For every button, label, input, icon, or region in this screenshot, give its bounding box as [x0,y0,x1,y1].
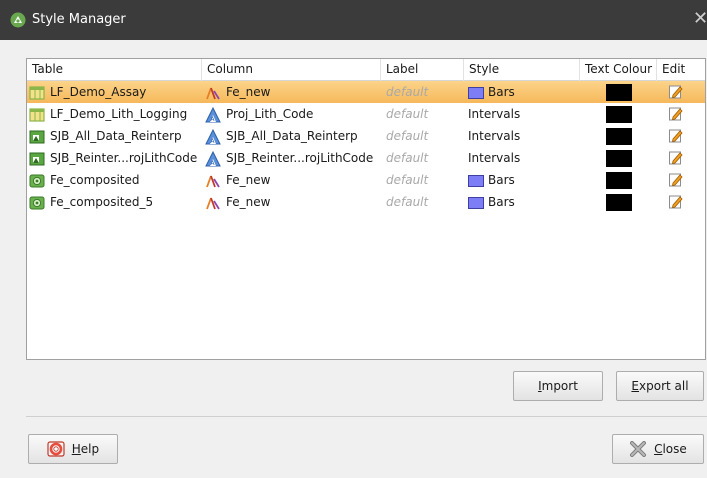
cell-style[interactable]: Intervals [468,147,580,169]
text-colour-swatch[interactable] [606,84,632,101]
help-lifebuoy-icon [47,441,65,457]
style-name: Intervals [468,151,521,165]
import-button[interactable]: Import [513,371,603,401]
table-name: LF_Demo_Assay [50,85,147,99]
edit-pencil-icon[interactable] [669,84,683,99]
table-row[interactable]: LF_Demo_Assay Fe_new default Bars [27,81,705,103]
column-name: Fe_new [226,173,271,187]
title-bar: Style Manager ✕ [0,0,707,40]
cell-label: default [386,151,429,165]
interpretation-table-icon [29,129,45,145]
cell-column: Fe_new [205,169,381,191]
table-name: LF_Demo_Lith_Logging [50,107,188,121]
window-title: Style Manager [32,12,126,27]
header-text-colour[interactable]: Text Colour [580,59,657,81]
export-all-button[interactable]: Export all [616,371,704,401]
interval-table-icon [29,107,45,123]
bars-swatch [468,174,484,187]
cell-style[interactable]: Bars [468,191,580,213]
column-name: SJB_Reinter...rojLithCode [226,151,374,165]
cell-label: default [386,85,429,99]
cell-table: SJB_All_Data_Reinterp [29,125,202,147]
table-name: Fe_composited [50,173,140,187]
text-colour-swatch[interactable] [606,194,632,211]
table-row[interactable]: LF_Demo_Lith_Logging A Proj_Lith_Code defau… [27,103,705,125]
header-edit[interactable]: Edit [657,59,705,81]
cell-table: LF_Demo_Assay [29,81,202,103]
style-name: Bars [488,173,515,187]
cell-style[interactable]: Bars [468,169,580,191]
text-colour-swatch[interactable] [606,128,632,145]
cell-table: SJB_Reinter...rojLithCode [29,147,202,169]
cell-style[interactable]: Intervals [468,103,580,125]
cell-table: LF_Demo_Lith_Logging [29,103,202,125]
category-column-icon: A [205,150,221,167]
text-colour-swatch[interactable] [606,150,632,167]
cell-style[interactable]: Intervals [468,125,580,147]
table-row[interactable]: SJB_All_Data_Reinterp A SJB_All_Data_Reint… [27,125,705,147]
cell-column: A Proj_Lith_Code [205,103,381,125]
column-name: Proj_Lith_Code [226,107,314,121]
edit-pencil-icon[interactable] [669,106,683,121]
column-name: SJB_All_Data_Reinterp [226,129,358,143]
text-colour-swatch[interactable] [606,106,632,123]
help-button[interactable]: Help [28,434,118,464]
table-name: SJB_Reinter...rojLithCode [50,151,198,165]
header-label[interactable]: Label [381,59,464,81]
table-header: Table Column Label Style Text Colour Edi… [27,59,705,81]
column-name: Fe_new [226,195,271,209]
style-name: Intervals [468,129,521,143]
cell-column: A SJB_Reinter...rojLithCode [205,147,381,169]
table-name: SJB_All_Data_Reinterp [50,129,182,143]
close-button-label: Close [654,442,687,456]
close-icon [630,441,647,457]
edit-pencil-icon[interactable] [669,128,683,143]
edit-pencil-icon[interactable] [669,172,683,187]
composite-table-icon [29,195,45,211]
table-row[interactable]: SJB_Reinter...rojLithCode A SJB_Reinter...… [27,147,705,169]
table-name: Fe_composited_5 [50,195,154,209]
style-name: Intervals [468,107,521,121]
cell-table: Fe_composited_5 [29,191,202,213]
header-table[interactable]: Table [27,59,202,81]
cell-label: default [386,107,429,121]
cell-label: default [386,129,429,143]
edit-pencil-icon[interactable] [669,150,683,165]
app-logo-icon [10,12,26,28]
cell-column: Fe_new [205,191,381,213]
import-button-label: Import [538,379,578,393]
close-button[interactable]: Close [612,434,704,464]
text-colour-swatch[interactable] [606,172,632,189]
header-column[interactable]: Column [202,59,381,81]
bars-swatch [468,86,484,99]
styles-table: Table Column Label Style Text Colour Edi… [26,58,706,360]
table-row[interactable]: Fe_composited Fe_new default Bars [27,169,705,191]
category-column-icon: A [205,128,221,145]
footer-divider [26,416,707,417]
style-name: Bars [488,85,515,99]
cell-column: Fe_new [205,81,381,103]
numeric-column-icon [205,173,221,189]
interpretation-table-icon [29,151,45,167]
table-row[interactable]: Fe_composited_5 Fe_new default Bars [27,191,705,213]
edit-pencil-icon[interactable] [669,194,683,209]
numeric-column-icon [205,195,221,211]
column-name: Fe_new [226,85,271,99]
export-all-button-label: Export all [631,379,689,393]
window-close-icon[interactable]: ✕ [693,8,707,30]
cell-column: A SJB_All_Data_Reinterp [205,125,381,147]
help-button-label: Help [71,442,100,456]
header-style[interactable]: Style [464,59,580,81]
cell-style[interactable]: Bars [468,81,580,103]
style-manager-dialog: Table Column Label Style Text Colour Edi… [0,40,707,478]
category-column-icon: A [205,106,221,123]
bars-swatch [468,196,484,209]
interval-table-icon [29,85,45,101]
cell-label: default [386,173,429,187]
cell-table: Fe_composited [29,169,202,191]
cell-label: default [386,195,429,209]
composite-table-icon [29,173,45,189]
numeric-column-icon [205,85,221,101]
style-name: Bars [488,195,515,209]
